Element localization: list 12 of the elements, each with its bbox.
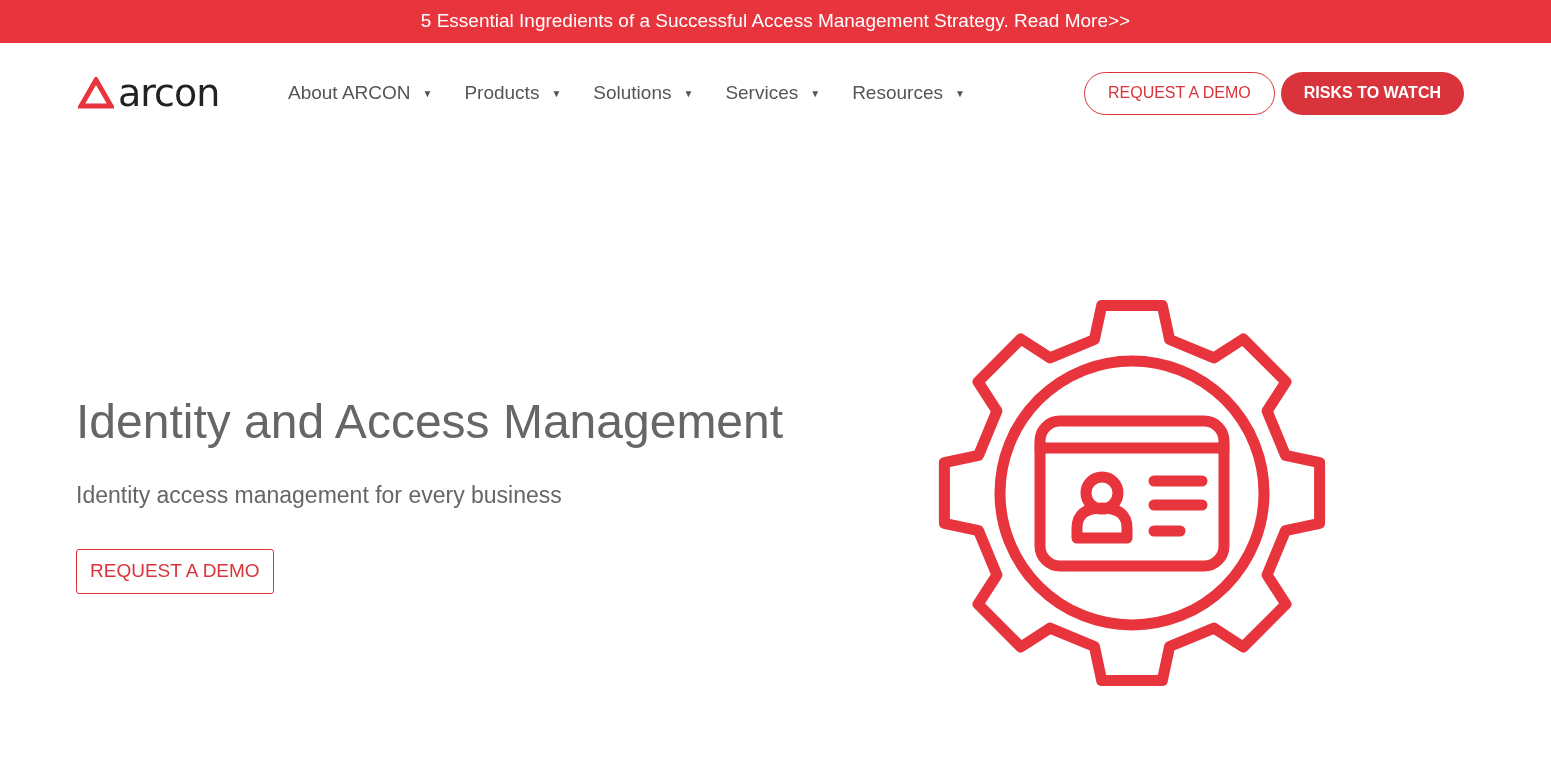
risks-button[interactable]: RISKS TO WATCH [1280, 71, 1464, 115]
nav-menu-item[interactable]: Solutions ▼ [593, 78, 694, 108]
nav-menu-item[interactable]: Resources ▼ [852, 78, 965, 108]
announcement-banner[interactable]: 5 Essential Ingredients of a Successful Access Management Strategy. Read More>> [0, 0, 1551, 43]
logo-wordmark[interactable]: arcon [118, 74, 220, 112]
hero-subtitle: Identity access management for every business [76, 481, 562, 511]
request-demo-button[interactable]: REQUEST A DEMO [76, 548, 274, 594]
nav-menu-item[interactable]: About ARCON ▼ [288, 78, 433, 108]
triangle-logo-icon [78, 77, 114, 109]
hero-title: Identity and Access Management [76, 394, 784, 451]
nav-menu-item[interactable]: Services ▼ [725, 78, 821, 108]
nav-menu-item[interactable]: Products ▼ [464, 78, 562, 108]
